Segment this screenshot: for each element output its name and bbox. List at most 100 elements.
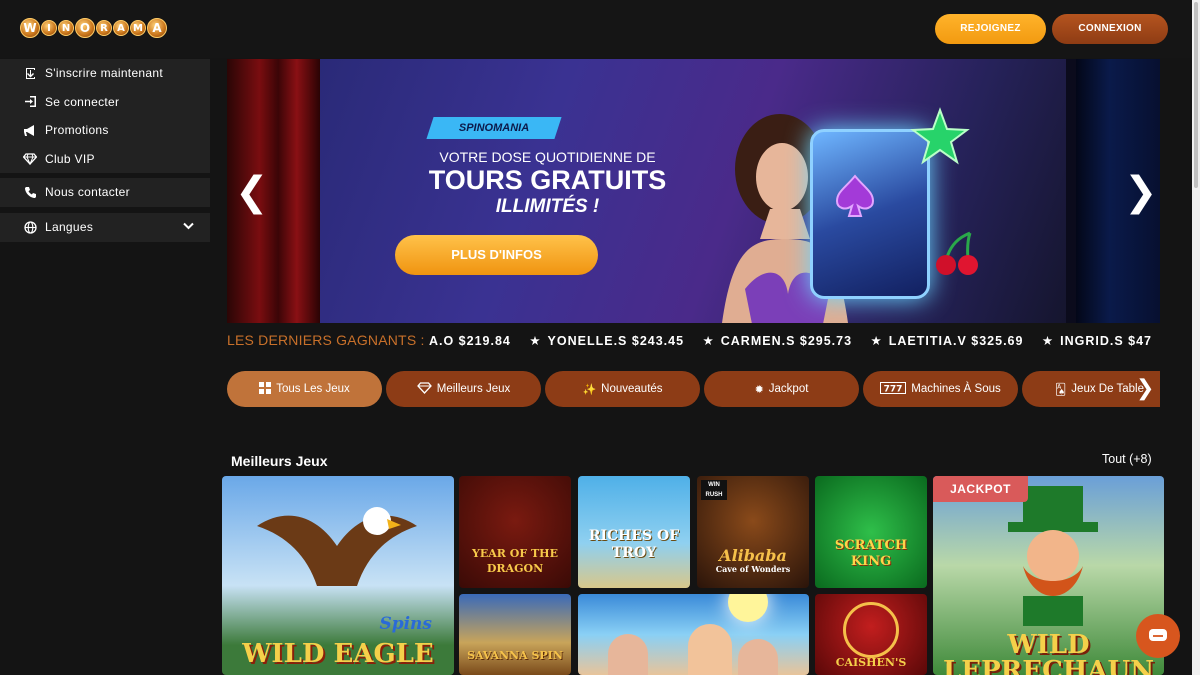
spade-icon <box>835 174 875 217</box>
winner-entry: A.O $219.84 <box>428 334 511 348</box>
game-title: Wild Leprechaun <box>943 630 1154 675</box>
game-card-wild-eagle[interactable]: Spins Wild Eagle <box>222 476 454 675</box>
game-card-caishens[interactable]: Caishen's <box>815 594 927 675</box>
sidebar-item-contact[interactable]: Nous contacter <box>0 178 210 207</box>
category-tabs: Tous Les Jeux Meilleurs Jeux ✨ Nouveauté… <box>227 371 1160 407</box>
sidebar-item-signup[interactable]: S'inscrire maintenant <box>0 59 210 88</box>
game-title: Wild Eagle <box>242 639 434 669</box>
promo-badge-label: SPINOMANIA <box>458 122 530 134</box>
promo-title: TOURS GRATUITS <box>428 165 667 195</box>
diamond-icon <box>416 381 432 397</box>
tab-label: Nouveautés <box>601 383 663 395</box>
chevron-down-icon[interactable] <box>183 221 194 233</box>
latest-winners-ticker: LES DERNIERS GAGNANTS : A.O $219.84 ★ YON… <box>227 332 1160 350</box>
login-button[interactable]: CONNEXION <box>1052 14 1168 44</box>
leprechaun-illustration <box>1008 486 1098 626</box>
game-title: Caishen's <box>835 656 907 669</box>
game-subtitle: Spins <box>379 614 432 634</box>
logo-letter: I <box>41 20 57 36</box>
sidebar-item-label: S'inscrire maintenant <box>45 66 163 81</box>
diamond-icon <box>22 152 38 166</box>
game-card-year-of-the-dragon[interactable]: Year of the Dragon <box>459 476 571 588</box>
carousel-prev-arrow[interactable]: ❮ <box>235 169 269 215</box>
see-all-link[interactable]: Tout (+8) <box>1102 452 1152 466</box>
game-title: Year of the Dragon <box>472 547 558 575</box>
tab-jackpot[interactable]: ✹ Jackpot <box>704 371 859 407</box>
logo-letter: N <box>58 20 74 36</box>
tabs-next-arrow[interactable]: ❯ <box>1136 376 1154 401</box>
signup-icon <box>22 66 38 80</box>
sidebar-item-label: Langues <box>45 220 94 235</box>
character-illustration <box>688 624 732 675</box>
tab-best-games[interactable]: Meilleurs Jeux <box>386 371 541 407</box>
tab-label: Jeux De Table <box>1071 383 1144 395</box>
winner-entry: CARMEN.S $295.73 <box>720 334 853 348</box>
game-card-savanna-spin[interactable]: Savanna Spin <box>459 594 571 675</box>
win-rush-tag: WIN RUSH <box>701 480 727 500</box>
cards-icon: 🂡 <box>1055 383 1067 396</box>
promo-badge: SPINOMANIA <box>426 117 562 139</box>
game-card-wild-leprechaun[interactable]: JACKPOT Wild Leprechaun <box>933 476 1164 675</box>
carousel-next-arrow[interactable]: ❯ <box>1124 169 1158 215</box>
game-card-alibaba[interactable]: WIN RUSH Alibaba Cave of Wonders <box>697 476 809 588</box>
character-illustration <box>608 634 648 675</box>
logo-letter: W <box>20 18 40 38</box>
sidebar-item-club-vip[interactable]: Club VIP <box>0 145 210 174</box>
game-title: Scratch King <box>834 538 908 569</box>
game-card-beach[interactable] <box>578 594 809 675</box>
join-button[interactable]: REJOIGNEZ <box>935 14 1046 44</box>
sidebar-contact-group: Nous contacter <box>0 178 210 207</box>
promo-title-line2: ILLIMITÉS ! <box>495 196 600 217</box>
star-icon <box>910 107 970 165</box>
eagle-illustration <box>257 507 417 586</box>
sidebar-item-label: Promotions <box>45 123 109 138</box>
sidebar-item-promotions[interactable]: Promotions <box>0 116 210 145</box>
medallion-illustration <box>843 602 899 658</box>
sun-illustration <box>728 594 768 622</box>
latest-winners-label: LES DERNIERS GAGNANTS : <box>227 332 425 348</box>
header-bar: W I N O R A M A REJOIGNEZ CONNEXION <box>0 0 1200 58</box>
tab-label: Machines À Sous <box>911 383 1001 395</box>
scrollbar-thumb[interactable] <box>1194 2 1198 188</box>
game-title: Savanna Spin <box>467 649 563 662</box>
section-title: Meilleurs Jeux <box>231 453 328 469</box>
game-title: Riches of Troy <box>588 528 680 561</box>
tab-slot-machines[interactable]: 777 Machines À Sous <box>863 371 1018 407</box>
sparkle-icon: ✨ <box>582 383 597 396</box>
star-icon: ★ <box>870 334 883 348</box>
slot-icon: 777 <box>880 381 907 397</box>
tab-label: Meilleurs Jeux <box>436 383 511 395</box>
sidebar-languages-group: Langues <box>0 213 210 242</box>
sidebar-item-label: Se connecter <box>45 94 120 109</box>
cherries-icon <box>936 231 978 275</box>
login-icon <box>22 95 38 109</box>
game-title: Alibaba <box>719 546 787 565</box>
winner-entry: LAETITIA.V $325.69 <box>888 334 1024 348</box>
chat-button[interactable] <box>1136 614 1180 658</box>
svg-text:777: 777 <box>884 384 903 394</box>
jackpot-icon: ✹ <box>754 383 764 396</box>
promo-subtitle: VOTRE DOSE QUOTIDIENNE DE <box>439 149 656 165</box>
logo-letter: M <box>130 20 146 36</box>
winner-entry: YONELLE.S $243.45 <box>547 334 685 348</box>
star-icon: ★ <box>702 334 715 348</box>
tab-new-games[interactable]: ✨ Nouveautés <box>545 371 700 407</box>
game-card-riches-of-troy[interactable]: Riches of Troy <box>578 476 690 588</box>
winner-entry: INGRID.S $47 <box>1060 334 1153 348</box>
game-subtitle: Cave of Wonders <box>715 564 791 574</box>
promo-carousel[interactable]: SPINOMANIA VOTRE DOSE QUOTIDIENNE DE TOU… <box>227 59 1160 323</box>
globe-icon <box>22 220 38 234</box>
winorama-logo[interactable]: W I N O R A M A <box>20 15 168 41</box>
megaphone-icon <box>22 123 38 137</box>
star-icon: ★ <box>529 334 542 348</box>
grid-icon <box>259 381 272 397</box>
jackpot-badge: JACKPOT <box>933 476 1028 502</box>
promo-slide[interactable]: SPINOMANIA VOTRE DOSE QUOTIDIENNE DE TOU… <box>320 59 1066 323</box>
sidebar-item-languages[interactable]: Langues <box>0 213 210 242</box>
tab-label: Tous Les Jeux <box>276 383 350 395</box>
character-illustration <box>738 639 778 675</box>
more-info-button[interactable]: PLUS D'INFOS <box>395 235 598 275</box>
sidebar-item-login[interactable]: Se connecter <box>0 88 210 117</box>
tab-all-games[interactable]: Tous Les Jeux <box>227 371 382 407</box>
game-card-scratch-king[interactable]: Scratch King <box>815 476 927 588</box>
